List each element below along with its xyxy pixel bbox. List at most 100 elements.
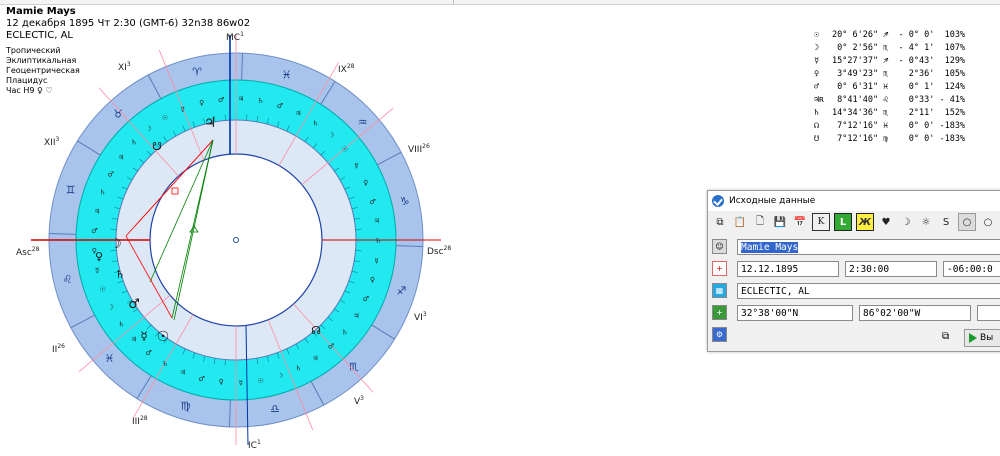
ring-planet-glyph: ♃ (94, 207, 100, 215)
dialog-titlebar[interactable]: Исходные данные (708, 191, 1000, 211)
position-value: 3°49'23" ♏ 2°36' 105% (832, 69, 966, 79)
ring-planet-glyph: ☽ (277, 372, 283, 380)
person-card-icon[interactable]: ☺ (712, 239, 727, 254)
h-button[interactable]: Ж (856, 213, 874, 231)
save-icon[interactable]: 💾 (772, 214, 788, 230)
house-label: V3 (354, 395, 364, 407)
position-row: ☊ 7°12'16" ♓ 0° 0' -183% (814, 120, 965, 133)
circle-option2-icon[interactable]: ○ (980, 214, 996, 230)
planet-glyph: ☋ (152, 140, 162, 153)
heart-icon[interactable]: ♥ (878, 214, 894, 230)
position-value: 15°27'37" ♐ - 0°43' 129% (832, 56, 966, 66)
planet-glyph: ☊ (814, 121, 820, 131)
position-row: ☉ 20° 6'26" ♐ - 0° 0' 103% (814, 29, 965, 42)
circle-option-icon[interactable]: ○ (958, 213, 976, 231)
house-label: XI3 (118, 61, 131, 73)
planet-glyph: ♂ (814, 82, 820, 92)
zodiac-sign-glyph: ♍ (180, 399, 190, 412)
planet-glyph: ♀ (814, 69, 820, 79)
atlas-icon[interactable]: ⚙ (712, 327, 727, 342)
ring-planet-glyph: ♃ (118, 154, 124, 162)
calendar-icon[interactable]: 📅 (792, 214, 808, 230)
bottom-row: ⚙ (712, 325, 737, 344)
ring-planet-glyph: ♃ (238, 95, 244, 103)
zodiac-sign-glyph: ♐ (397, 285, 407, 298)
sun-icon[interactable]: ☼ (918, 214, 934, 230)
strike-icon[interactable]: S (938, 214, 954, 230)
position-value: 8°41'40" ♌ 0°33' - 41% (832, 95, 966, 105)
natal-chart[interactable]: ♌ ♓ ♍ ♎ ♏ ♐ ♑ ♒ ♓ ♈ ♉ ♊ ♄ ♃ ♂ ♀ ☿ ☉ ☽ ♄ ♃ ♂ ♄ ♃ ♂ ♀ ☿ ☉ ☽ ♄ ♃ ♂ ♄ ♃ ♂ ♀ ☿ ☉ ☽ ♄… (0, 0, 480, 452)
ring-planet-glyph: ♄ (258, 97, 264, 105)
ring-planet-glyph: ♄ (131, 138, 137, 146)
copy-data-icon[interactable]: ⧉ (942, 331, 949, 342)
planet-glyph: ♄ (814, 108, 820, 118)
position-value: 0° 2'56" ♏ - 4° 1' 107% (832, 43, 966, 53)
ring-planet-glyph: ♂ (369, 198, 375, 206)
position-value: 20° 6'26" ♐ - 0° 0' 103% (832, 30, 966, 40)
planet-positions-table: ☉ 20° 6'26" ♐ - 0° 0' 103% ☽ 0° 2'56" ♏ - … (814, 29, 965, 146)
house-label: VI3 (414, 311, 427, 323)
house-label: II26 (52, 343, 65, 355)
position-row: ♄ 14°34'36" ♏ 2°11' 152% (814, 107, 965, 120)
zodiac-sign-glyph: ♓ (105, 352, 115, 365)
k-button[interactable]: K (812, 213, 830, 231)
date-field[interactable]: 12.12.1895 (737, 260, 839, 277)
map-icon[interactable]: ▦ (712, 283, 727, 298)
zodiac-sign-glyph: ♒ (358, 116, 368, 129)
house-label: VIII26 (408, 143, 430, 155)
l-button[interactable]: L (834, 213, 852, 231)
run-button[interactable]: Вы (964, 329, 1000, 347)
ring-planet-glyph: ♂ (91, 227, 97, 235)
time-field[interactable]: 2:30:00 (845, 260, 937, 277)
planet-glyph: ♃ (204, 115, 217, 131)
position-value: 7°12'16" ♓ 0° 0' -183% (832, 121, 966, 131)
new-file-icon[interactable]: 🗋 (752, 214, 768, 230)
ring-planet-glyph: ☿ (239, 379, 243, 387)
zodiac-sign-glyph: ♎ (270, 403, 280, 416)
ring-planet-glyph: ♂ (328, 343, 334, 351)
house-label: III28 (132, 415, 148, 427)
copy-icon[interactable]: ⧉ (712, 214, 728, 230)
paste-icon[interactable]: 📋 (732, 214, 748, 230)
planet-glyph: ♀ (95, 250, 103, 263)
timezone-field[interactable]: -06:00:0 (943, 260, 1000, 277)
ring-planet-glyph: ♃ (295, 109, 301, 117)
globe-icon[interactable]: + (712, 305, 727, 320)
zodiac-sign-glyph: ♊ (66, 183, 76, 196)
planet-glyph: ☽ (110, 237, 122, 252)
moon-phase-icon[interactable]: ☽ (898, 214, 914, 230)
planet-glyph: ☿ (140, 329, 147, 343)
latitude-field[interactable]: 32°38'00"N (737, 304, 853, 321)
position-value: 0° 6'31" ♓ 0° 1' 124% (832, 82, 966, 92)
play-icon (969, 333, 977, 343)
date-icon[interactable]: + (712, 261, 727, 276)
ring-planet-glyph: ♀ (219, 378, 224, 386)
ring-planet-glyph: ♃ (312, 355, 318, 363)
extra-field[interactable] (977, 304, 1000, 321)
position-value: 14°34'36" ♏ 2°11' 152% (832, 108, 966, 118)
position-row: ☋ 7°12'16" ♍ 0° 0' -183% (814, 133, 965, 146)
natal-chart-wheel[interactable]: ♌♓♍ ♎♏♐♑♒♓♈♉♊♄♃♂♀☿☉☽♄♃♂♄♃♂♀☿☉☽♄♃♂♄♃♂♀☿☉☽♄… (0, 0, 480, 452)
ring-planet-glyph: ♄ (342, 328, 348, 336)
ring-planet-glyph: ♀ (363, 179, 368, 187)
ring-planet-glyph: ☿ (181, 105, 185, 113)
position-row: ☽ 0° 2'56" ♏ - 4° 1' 107% (814, 42, 965, 55)
ring-planet-glyph: ♀ (199, 99, 204, 107)
position-row: ☿ 15°27'37" ♐ - 0°43' 129% (814, 55, 965, 68)
dialog-title: Исходные данные (729, 196, 816, 206)
ring-planet-glyph: ☉ (258, 377, 264, 385)
place-field[interactable]: ECLECTIC, AL (737, 282, 1000, 299)
ring-planet-glyph: ☿ (374, 257, 378, 265)
ring-planet-glyph: ♂ (145, 349, 151, 357)
planet-glyph: ♂ (128, 297, 140, 312)
dsc-label: Dsc28 (427, 245, 451, 257)
ring-planet-glyph: ♄ (295, 365, 301, 373)
longitude-field[interactable]: 86°02'00"W (859, 304, 971, 321)
planet-glyph: ☽ (814, 43, 820, 53)
ring-planet-glyph: ♄ (118, 320, 124, 328)
input-data-dialog[interactable]: Исходные данные ⧉ 📋 🗋 💾 📅 K L Ж ♥ ☽ ☼ S … (707, 190, 1000, 352)
ring-planet-glyph: ☿ (354, 162, 358, 170)
planet-glyph: ☿ (814, 56, 820, 66)
mc-label: MC1 (226, 31, 244, 43)
name-field[interactable]: Mamie Mays (737, 238, 1000, 255)
